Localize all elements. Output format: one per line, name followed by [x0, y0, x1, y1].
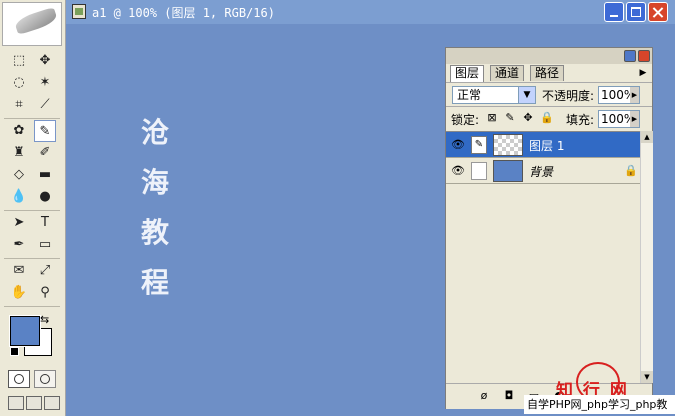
lock-label: 锁定:	[451, 113, 480, 127]
tab-paths[interactable]: 路径	[530, 65, 565, 81]
foreground-color-swatch[interactable]	[9, 315, 41, 347]
document-icon	[72, 4, 86, 19]
lock-icon: 🔒	[624, 164, 638, 177]
panel-title-bar[interactable]	[446, 48, 652, 64]
lasso-tool-icon[interactable]: ◌	[8, 72, 30, 94]
minimize-button[interactable]	[604, 2, 624, 22]
eye-icon[interactable]: 👁	[450, 138, 466, 152]
tools-palette: ⬚ ✥ ◌ ✶ ⌗ ⟋ ✿ ✎ ♜ ✐ ◇ ▬ 💧 ● ➤ T ✒ ▭ ✉ ⤢ …	[0, 0, 66, 416]
shape-tool-icon[interactable]: ▭	[34, 234, 56, 256]
blend-mode-select[interactable]: 正常 ▼	[452, 86, 536, 104]
dodge-tool-icon[interactable]: ●	[34, 186, 56, 208]
eyedropper-tool-icon[interactable]: ⤢	[34, 260, 56, 282]
blur-tool-icon[interactable]: 💧	[8, 186, 30, 208]
close-button[interactable]	[648, 2, 668, 22]
zoom-tool-icon[interactable]: ⚲	[34, 282, 56, 304]
healing-brush-tool-icon[interactable]: ✿	[8, 120, 30, 142]
opacity-label: 不透明度:	[542, 89, 595, 103]
swap-colors-icon[interactable]: ⇆	[40, 313, 49, 326]
fill-field[interactable]: 100% ▶	[598, 110, 640, 128]
lock-image-icon[interactable]: ✎	[504, 112, 516, 124]
document-title: a1 @ 100% (图层 1, RGB/16)	[92, 6, 275, 20]
fill-slider-arrow-icon[interactable]: ▶	[630, 111, 639, 127]
crop-tool-icon[interactable]: ⌗	[8, 94, 30, 116]
canvas-char: 海	[140, 166, 169, 199]
full-screen-menu-mode-button[interactable]	[26, 396, 42, 410]
canvas-char: 程	[140, 266, 169, 299]
lock-transparency-icon[interactable]: ⊠	[486, 112, 498, 124]
brush-link-icon[interactable]: ✎	[471, 136, 487, 154]
panel-minimize-button[interactable]	[624, 50, 636, 62]
fill-label: 填充:	[566, 113, 595, 127]
link-slot[interactable]	[471, 162, 487, 180]
clone-stamp-tool-icon[interactable]: ♜	[8, 142, 30, 164]
maximize-button[interactable]	[626, 2, 646, 22]
tab-layers[interactable]: 图层	[450, 65, 485, 82]
brush-tool-icon[interactable]: ✎	[34, 120, 56, 142]
layer-thumbnail	[493, 160, 523, 182]
layer-row[interactable]: 👁 ✎ 图层 1	[446, 132, 640, 158]
layer-style-icon[interactable]: ø	[476, 388, 492, 404]
panel-close-button[interactable]	[638, 50, 650, 62]
canvas-char: 教	[140, 216, 169, 249]
lock-row: 锁定: ⊠ ✎ ✥ 🔒 填充: 100% ▶	[446, 106, 652, 131]
eraser-tool-icon[interactable]: ◇	[8, 164, 30, 186]
blend-row: 正常 ▼ 不透明度: 100% ▶	[446, 82, 652, 107]
layer-name: 图层 1	[529, 139, 565, 153]
tools-header[interactable]	[2, 2, 62, 46]
magic-wand-tool-icon[interactable]: ✶	[34, 72, 56, 94]
history-brush-tool-icon[interactable]: ✐	[34, 142, 56, 164]
layer-row[interactable]: 👁 背景 🔒	[446, 158, 640, 184]
lock-all-icon[interactable]: 🔒	[540, 112, 554, 124]
notes-tool-icon[interactable]: ✉	[8, 260, 30, 282]
layers-panel: 图层 通道 路径 ▶ 正常 ▼ 不透明度: 100% ▶ 锁定: ⊠ ✎ ✥ 🔒…	[445, 47, 653, 409]
eye-icon[interactable]: 👁	[450, 164, 466, 178]
full-screen-mode-button[interactable]	[44, 396, 60, 410]
canvas-char: 沧	[140, 116, 169, 149]
slice-tool-icon[interactable]: ⟋	[34, 94, 56, 116]
document-title-bar[interactable]: a1 @ 100% (图层 1, RGB/16)	[66, 0, 675, 24]
pen-tool-icon[interactable]: ✒	[8, 234, 30, 256]
path-selection-tool-icon[interactable]: ➤	[8, 212, 30, 234]
watermark: 知 行 网 自学PHP网_php学习_php教	[524, 362, 675, 416]
panel-menu-icon[interactable]: ▶	[637, 67, 649, 79]
standard-mode-button[interactable]	[8, 370, 30, 388]
feather-logo-icon	[13, 6, 59, 36]
marquee-tool-icon[interactable]: ⬚	[8, 50, 30, 72]
layers-scrollbar[interactable]: ▲ ▼	[640, 131, 653, 383]
watermark-text: 自学PHP网_php学习_php教	[524, 395, 675, 414]
hand-tool-icon[interactable]: ✋	[8, 282, 30, 304]
canvas-text: 沧 海 教 程	[135, 108, 175, 308]
quick-mask-mode-button[interactable]	[34, 370, 56, 388]
layer-thumbnail	[493, 134, 523, 156]
layer-mask-icon[interactable]: ◘	[501, 388, 517, 404]
type-tool-icon[interactable]: T	[34, 212, 56, 234]
opacity-slider-arrow-icon[interactable]: ▶	[630, 87, 639, 103]
standard-screen-mode-button[interactable]	[8, 396, 24, 410]
move-tool-icon[interactable]: ✥	[34, 50, 56, 72]
scroll-up-icon[interactable]: ▲	[641, 131, 653, 143]
layers-list: 👁 ✎ 图层 1 👁 背景 🔒	[446, 131, 640, 384]
blend-mode-value: 正常	[457, 88, 482, 102]
default-colors-icon[interactable]	[10, 347, 19, 356]
gradient-tool-icon[interactable]: ▬	[34, 164, 56, 186]
chevron-down-icon[interactable]: ▼	[518, 87, 535, 103]
layer-name: 背景	[529, 165, 554, 179]
lock-position-icon[interactable]: ✥	[522, 112, 534, 124]
opacity-field[interactable]: 100% ▶	[598, 86, 640, 104]
tab-channels[interactable]: 通道	[490, 65, 525, 81]
